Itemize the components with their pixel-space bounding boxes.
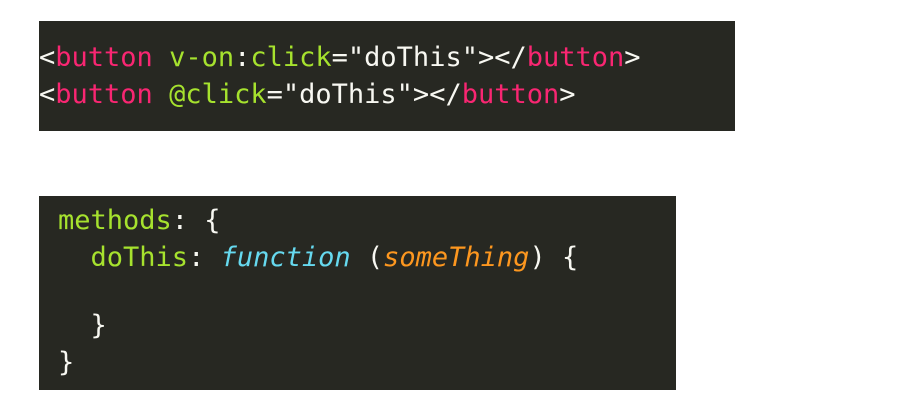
- code-line-outer-close: }: [39, 344, 676, 381]
- code-token: >: [624, 42, 641, 73]
- code-token: ) {: [529, 242, 579, 273]
- code-token: </: [494, 42, 527, 73]
- code-attribute: click: [250, 42, 332, 73]
- code-attribute: @click: [169, 79, 267, 110]
- code-line-methods: methods: {: [39, 202, 676, 239]
- code-token: }: [58, 310, 107, 341]
- code-line-at-click: <button @click="doThis"></button>: [39, 76, 735, 113]
- code-tag-name: button: [55, 42, 153, 73]
- methods-code-block: methods: { doThis: function (someThing) …: [39, 196, 676, 390]
- code-token: <: [39, 42, 56, 73]
- code-token: <: [39, 79, 56, 110]
- code-line-inner-close: }: [39, 307, 676, 344]
- code-line-function: doThis: function (someThing) {: [39, 239, 676, 276]
- code-attribute: v-on: [169, 42, 235, 73]
- code-token: :: [234, 42, 251, 73]
- code-token: >: [559, 79, 576, 110]
- template-code-block: <button v-on:click="doThis"></button> <b…: [39, 21, 735, 131]
- code-tag-name: button: [55, 79, 153, 110]
- code-token: :: [188, 242, 221, 273]
- code-tag-name: button: [461, 79, 560, 110]
- code-keyword: function: [220, 242, 351, 273]
- code-line-v-on-click: <button v-on:click="doThis"></button>: [39, 39, 735, 76]
- code-tag-name: button: [526, 42, 625, 73]
- code-key: methods: [58, 205, 172, 236]
- code-token: }: [58, 347, 75, 378]
- code-token: </: [429, 79, 462, 110]
- code-string: ="doThis">: [331, 42, 495, 73]
- code-token: (: [350, 242, 384, 273]
- code-token: : {: [171, 205, 221, 236]
- code-key: doThis: [90, 242, 189, 273]
- code-string: ="doThis">: [266, 79, 430, 110]
- code-parameter: someThing: [383, 242, 530, 273]
